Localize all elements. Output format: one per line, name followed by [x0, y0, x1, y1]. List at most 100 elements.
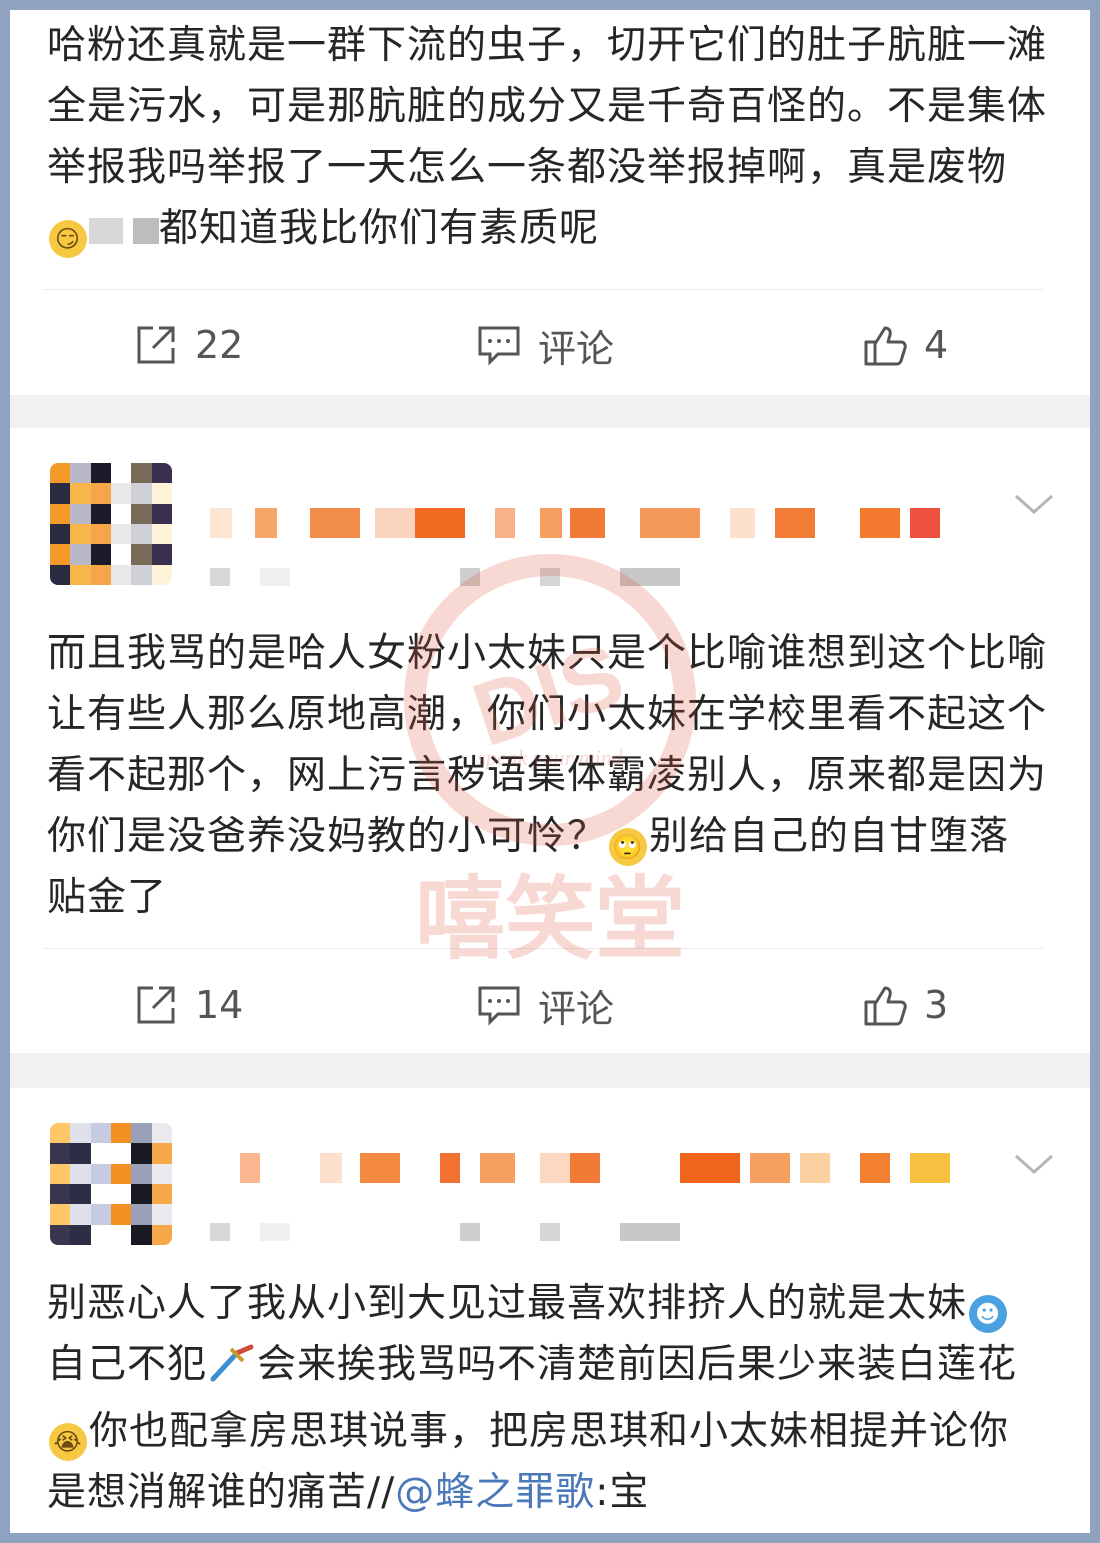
post-text: 别恶心人了我从小到大见过最喜欢排挤人的就是太妹 ☻ 自己不犯 会来挨我骂吗不清楚前因后… [47, 1273, 1047, 1523]
avatar-mosaic-cell [151, 483, 172, 504]
avatar-mosaic-cell [70, 524, 91, 545]
username-mosaic-block [730, 508, 755, 538]
username-mosaic-block [440, 1153, 460, 1183]
avatar-mosaic-cell [50, 1163, 71, 1184]
avatar-mosaic-cell [70, 544, 91, 565]
comment-button[interactable]: 评论 [476, 320, 615, 371]
like-button[interactable]: 4 [862, 320, 948, 370]
username-mosaic-block [415, 508, 465, 538]
avatar-mosaic-cell [111, 544, 132, 565]
meta-mosaic-block [260, 568, 290, 586]
smirk-emoji-icon: 😏 [49, 220, 87, 258]
post-text-segment: 会来挨我骂吗不清楚前因后果少来装白莲花 [257, 1342, 1018, 1387]
avatar-mosaic-cell [90, 483, 111, 504]
username-mosaic-block [775, 508, 815, 538]
username-mosaic-block [375, 508, 415, 538]
avatar-mosaic-cell [131, 1143, 152, 1164]
avatar-mosaic-cell [111, 503, 132, 524]
avatar-mosaic-cell [70, 503, 91, 524]
meta-mosaic-block [460, 1223, 480, 1241]
post-text-segment: 别恶心人了我从小到大见过最喜欢排挤人的就是太妹 [47, 1281, 968, 1326]
chevron-down-icon[interactable] [1012, 1150, 1056, 1178]
chevron-down-icon[interactable] [1012, 490, 1056, 518]
avatar-mosaic-cell [111, 1143, 132, 1164]
divider [43, 948, 1043, 949]
user-mention-link[interactable]: @蜂之罪歌 [395, 1470, 595, 1515]
doraemon-emoji-icon: ☻ [969, 1295, 1008, 1333]
meta-mosaic-block [620, 568, 680, 586]
avatar-mosaic-cell [90, 524, 111, 545]
avatar-mosaic-cell [70, 463, 91, 484]
avatar [50, 1123, 172, 1245]
avatar-mosaic-cell [90, 503, 111, 524]
comment-icon [478, 986, 520, 1026]
post-meta-pixelated [210, 1223, 690, 1241]
avatar-mosaic-cell [151, 1143, 172, 1164]
username-mosaic-block [360, 1153, 400, 1183]
username-mosaic-block [210, 508, 232, 538]
avatar-mosaic-cell [70, 1123, 91, 1144]
avatar-mosaic-cell [50, 463, 71, 484]
avatar-mosaic-cell [111, 524, 132, 545]
meta-mosaic-block [540, 568, 560, 586]
post-text: 而且我骂的是哈人女粉小太妹只是个比喻谁想到这个比喻让有些人那么原地高潮，你们小太… [47, 623, 1047, 928]
post-meta-pixelated [210, 568, 690, 586]
username-mosaic-block [240, 1153, 260, 1183]
meta-mosaic-block [620, 1223, 680, 1241]
avatar-mosaic-cell [151, 1204, 172, 1225]
thumbs-up-icon [864, 986, 907, 1026]
avatar-mosaic-cell [70, 1184, 91, 1205]
avatar-mosaic-cell [50, 1123, 71, 1144]
avatar-mosaic-cell [50, 1224, 71, 1245]
avatar-mosaic-cell [131, 483, 152, 504]
avatar-mosaic-cell [50, 524, 71, 545]
repost-count: 14 [195, 983, 244, 1027]
avatar-mosaic-cell [70, 1163, 91, 1184]
comment-label: 评论 [538, 986, 615, 1031]
meta-mosaic-block [210, 1223, 230, 1241]
meta-mosaic-block [260, 1223, 290, 1241]
avatar-mosaic-cell [131, 544, 152, 565]
username-mosaic-block [540, 508, 562, 538]
username-mosaic-block [570, 508, 605, 538]
eye-roll-emoji-icon: 🙄 [609, 828, 648, 866]
avatar-mosaic-cell [131, 1224, 152, 1245]
share-icon [137, 986, 175, 1024]
username-mosaic-block [800, 1153, 830, 1183]
username-mosaic-block [640, 508, 700, 538]
post-text-segment: :宝 [595, 1470, 650, 1515]
avatar-mosaic-cell [90, 1123, 111, 1144]
like-count: 3 [924, 983, 949, 1027]
comment-label: 评论 [538, 326, 615, 371]
username-mosaic-block [310, 508, 360, 538]
avatar-mosaic-cell [131, 1123, 152, 1144]
username-mosaic-block [495, 508, 515, 538]
username-mosaic-block [255, 508, 277, 538]
avatar-mosaic-cell [90, 1184, 111, 1205]
meta-mosaic-block [460, 568, 480, 586]
avatar-mosaic-cell [50, 1204, 71, 1225]
avatar-mosaic-cell [151, 544, 172, 565]
meta-mosaic-block [540, 1223, 560, 1241]
avatar-mosaic-cell [70, 1143, 91, 1164]
avatar-mosaic-cell [151, 1184, 172, 1205]
username-mosaic-block [320, 1153, 342, 1183]
username-mosaic-block [860, 508, 900, 538]
censored-mosaic [133, 217, 159, 244]
avatar-mosaic-cell [70, 483, 91, 504]
repost-button[interactable]: 14 [133, 980, 243, 1030]
username-mosaic-block [680, 1153, 740, 1183]
avatar-mosaic-cell [90, 1163, 111, 1184]
avatar [50, 463, 172, 585]
comment-button[interactable]: 评论 [476, 980, 615, 1031]
like-button[interactable]: 3 [862, 980, 948, 1030]
post-card-2: 而且我骂的是哈人女粉小太妹只是个比喻谁想到这个比喻让有些人那么原地高潮，你们小太… [10, 428, 1090, 1053]
avatar-mosaic-cell [131, 1204, 152, 1225]
post-text: 哈粉还真就是一群下流的虫子，切开它们的肚子肮脏一滩全是污水，可是那肮脏的成分又是… [47, 15, 1047, 259]
post-text-segment: 都知道我比你们有素质呢 [159, 206, 600, 251]
dagger-emoji-icon [207, 1340, 257, 1401]
username-pixelated [210, 1153, 950, 1183]
repost-button[interactable]: 22 [133, 320, 243, 370]
avatar-mosaic-cell [151, 1123, 172, 1144]
like-count: 4 [924, 323, 949, 367]
